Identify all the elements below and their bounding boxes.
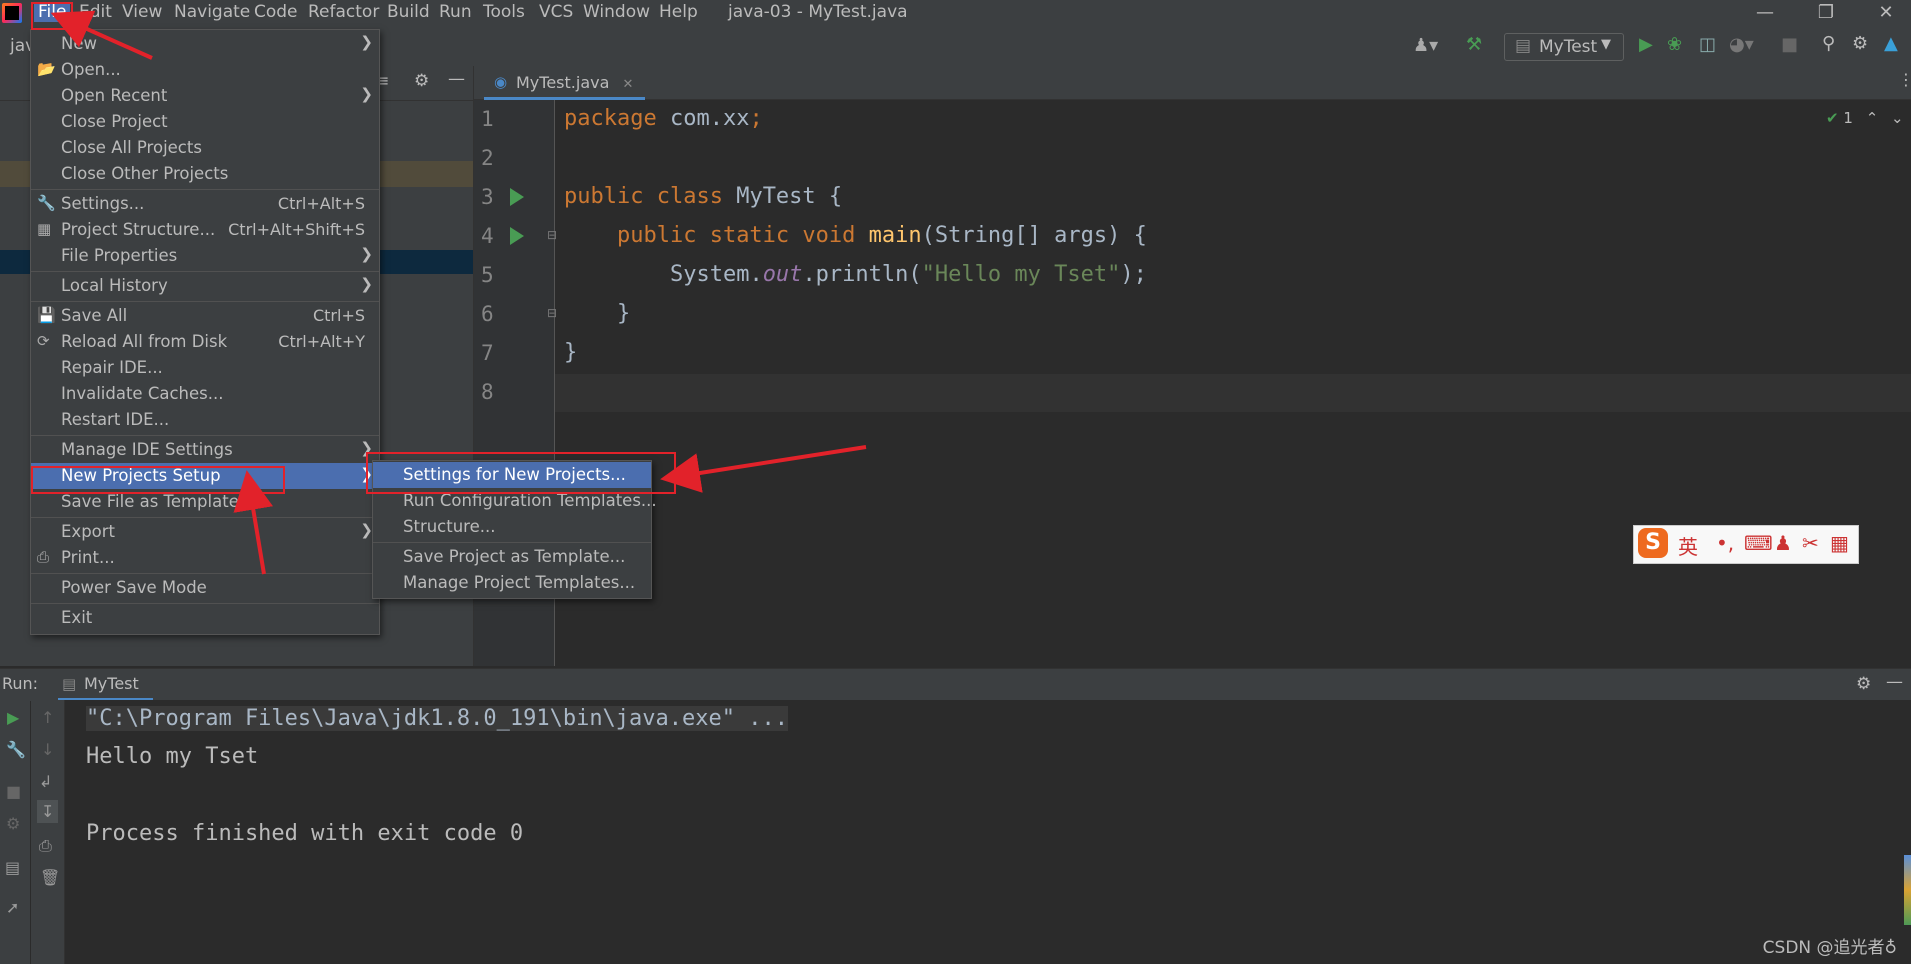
annotation-arrows xyxy=(50,10,867,575)
arrow-to-settings-for-new-projects xyxy=(660,445,867,493)
arrow-to-new-projects-setup xyxy=(233,470,273,575)
arrow-to-file-menu xyxy=(50,10,153,60)
